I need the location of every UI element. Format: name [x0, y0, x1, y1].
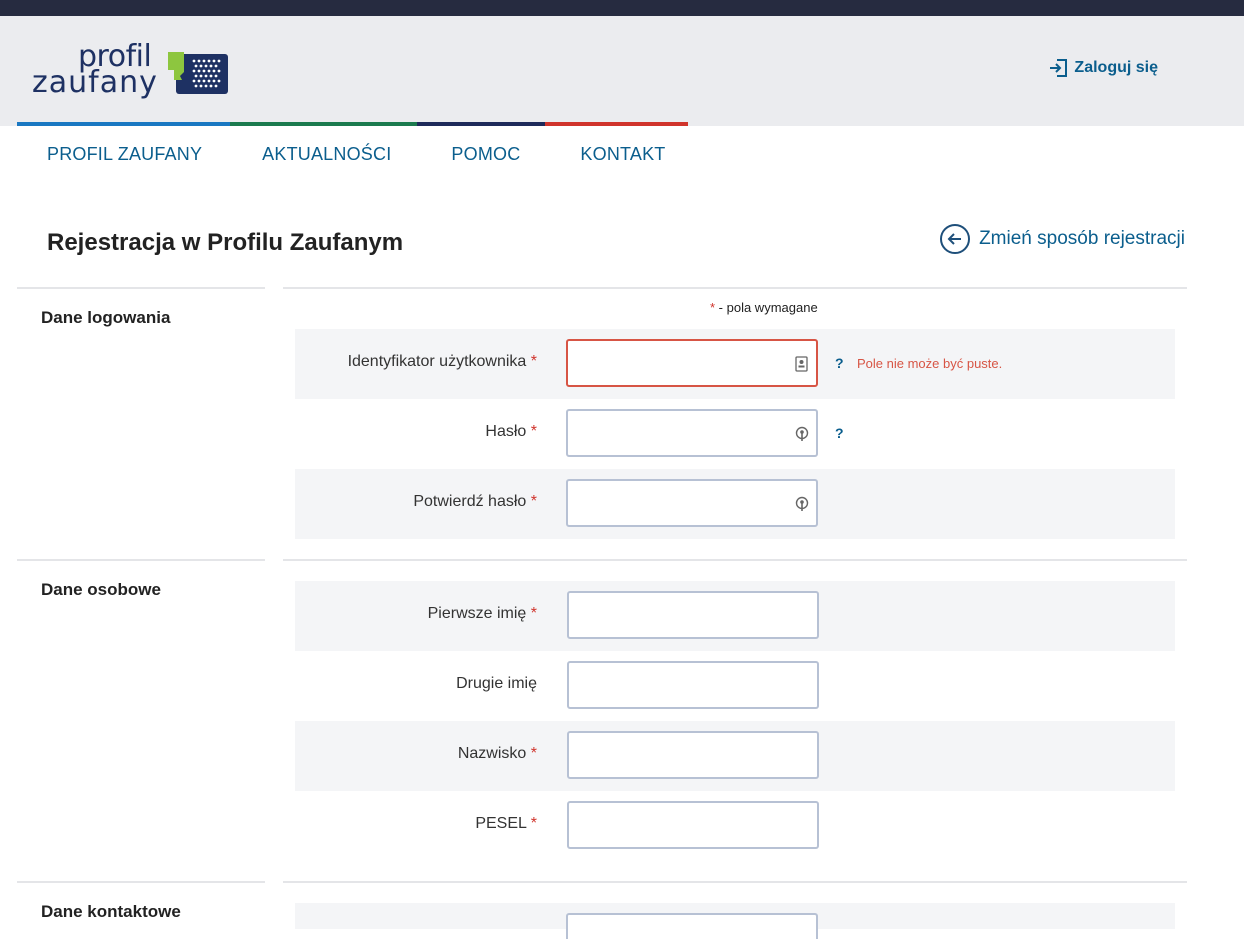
nav-item-aktualnosci[interactable]: AKTUALNOŚCI [232, 126, 421, 182]
first-name-input[interactable] [569, 593, 799, 637]
nav-item-profil-zaufany[interactable]: PROFIL ZAUFANY [17, 126, 232, 182]
password-field[interactable] [566, 409, 818, 457]
pesel-input[interactable] [569, 803, 799, 847]
last-name-field[interactable] [567, 731, 819, 779]
confirm-password-input[interactable] [568, 481, 798, 525]
required-star: * [530, 815, 537, 832]
confirm-password-field[interactable] [566, 479, 818, 527]
change-registration-method-label: Zmień sposób rejestracji [979, 228, 1185, 249]
page-title: Rejestracja w Profilu Zaufanym [47, 229, 404, 256]
section-divider [17, 559, 265, 561]
login-link[interactable]: Zaloguj się [1048, 58, 1158, 78]
login-icon [1050, 59, 1068, 77]
form-row-contact [295, 903, 1175, 939]
section-title-personal: Dane osobowe [41, 580, 161, 599]
nav-item-kontakt[interactable]: KONTAKT [550, 126, 695, 182]
field-label: Nazwisko * [458, 745, 537, 763]
key-icon [795, 496, 809, 511]
required-fields-note: * - pola wymagane [710, 300, 818, 315]
field-label-text: Identyfikator użytkownika [347, 353, 527, 370]
section-divider [17, 881, 265, 883]
field-label: Potwierdź hasło * [413, 493, 537, 511]
field-label-text: Drugie imię [456, 675, 537, 692]
login-label: Zaloguj się [1074, 59, 1158, 76]
last-name-input[interactable] [569, 733, 799, 777]
id-card-icon [795, 356, 808, 372]
user-id-field[interactable] [566, 339, 818, 387]
section-title-contact: Dane kontaktowe [41, 902, 181, 921]
main-nav: PROFIL ZAUFANY AKTUALNOŚCI POMOC KONTAKT [17, 126, 696, 182]
required-star: * [530, 353, 537, 370]
help-icon[interactable]: ? [835, 355, 844, 371]
second-name-input[interactable] [569, 663, 799, 707]
second-name-field[interactable] [567, 661, 819, 709]
section-divider [283, 559, 1187, 561]
field-label-text: Pierwsze imię [427, 605, 527, 622]
form-row-password: Hasło * ? [295, 399, 1175, 469]
section-title-login: Dane logowania [41, 308, 171, 327]
required-star: * [530, 605, 537, 622]
field-label-text: Hasło [485, 423, 527, 440]
form-row-first-name: Pierwsze imię * [295, 581, 1175, 651]
field-label: Identyfikator użytkownika * [348, 353, 537, 371]
section-divider [17, 287, 265, 289]
key-icon [795, 426, 809, 441]
field-label-text: Nazwisko [457, 745, 527, 762]
form-row-second-name: Drugie imię [295, 651, 1175, 721]
user-id-error: Pole nie może być puste. [857, 356, 1003, 371]
logo-mark-icon [168, 52, 228, 94]
field-label-text: Potwierdź hasło [413, 493, 527, 510]
password-input[interactable] [568, 411, 798, 455]
form-row-user-id: Identyfikator użytkownika * ? Pole nie m… [295, 329, 1175, 399]
required-star: * [530, 745, 537, 762]
help-icon[interactable]: ? [835, 425, 844, 441]
contact-field[interactable] [566, 913, 818, 939]
section-divider [283, 881, 1187, 883]
field-label: Drugie imię [456, 675, 537, 693]
user-id-input[interactable] [568, 341, 798, 385]
change-registration-method-link[interactable]: Zmień sposób rejestracji [940, 224, 1185, 254]
field-label: PESEL * [475, 815, 537, 833]
back-arrow-icon [940, 224, 971, 254]
field-label: Pierwsze imię * [428, 605, 537, 623]
nav-item-pomoc[interactable]: POMOC [421, 126, 550, 182]
required-note-text: - pola wymagane [715, 300, 818, 315]
logo-text-line2: zaufany [32, 65, 158, 100]
field-label-text: PESEL [475, 815, 527, 832]
header: profil zaufany Zaloguj się [0, 16, 1244, 126]
form-row-last-name: Nazwisko * [295, 721, 1175, 791]
required-star: * [530, 493, 537, 510]
form-row-pesel: PESEL * [295, 791, 1175, 861]
section-divider [283, 287, 1187, 289]
profil-zaufany-logo[interactable]: profil zaufany [32, 42, 232, 106]
field-label: Hasło * [485, 423, 537, 441]
pesel-field[interactable] [567, 801, 819, 849]
required-star: * [530, 423, 537, 440]
form-row-confirm-password: Potwierdź hasło * [295, 469, 1175, 539]
top-bar [0, 0, 1244, 16]
first-name-field[interactable] [567, 591, 819, 639]
